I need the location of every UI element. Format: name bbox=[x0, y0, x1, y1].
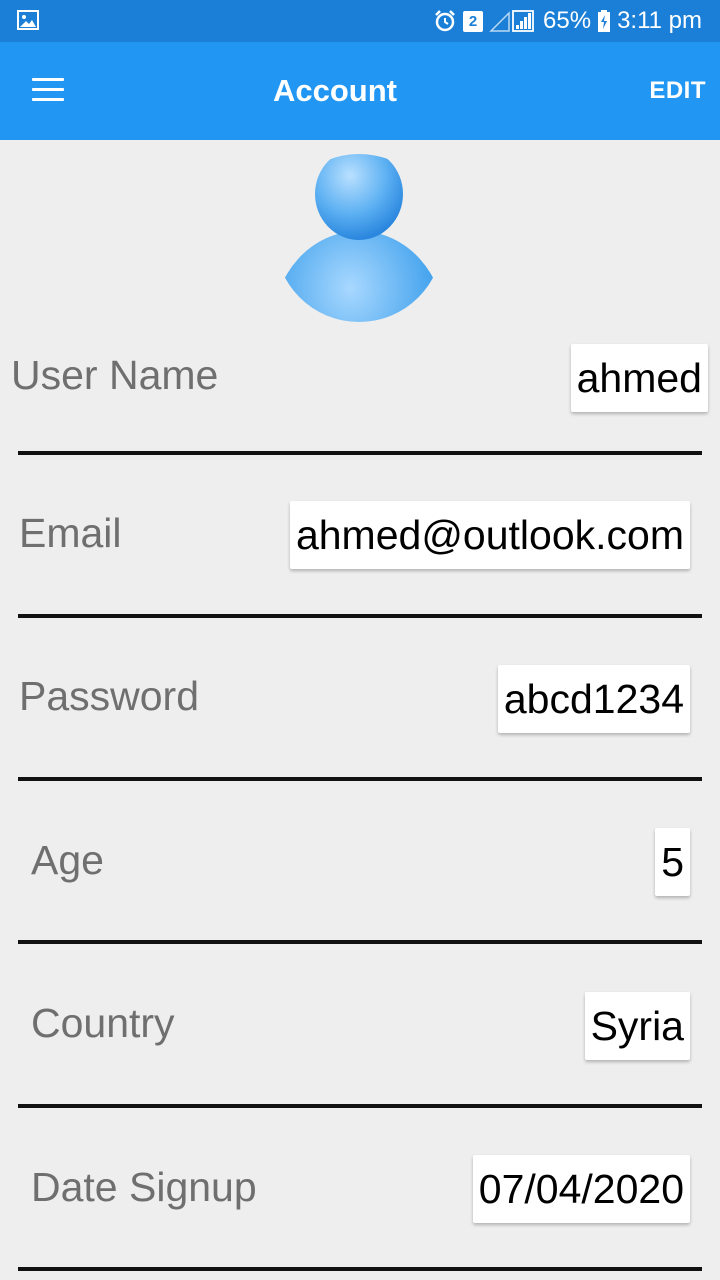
divider bbox=[18, 777, 702, 781]
battery-icon bbox=[598, 10, 611, 32]
user-avatar-icon[interactable] bbox=[275, 146, 443, 322]
country-label: Country bbox=[31, 1000, 175, 1046]
username-value[interactable]: ahmed bbox=[570, 344, 708, 412]
date-signup-value[interactable]: 07/04/2020 bbox=[472, 1155, 690, 1223]
signal-icon bbox=[489, 10, 534, 32]
battery-percent: 65% bbox=[543, 7, 592, 34]
clock: 3:11 pm bbox=[617, 7, 702, 34]
username-label: User Name bbox=[11, 352, 219, 398]
email-value[interactable]: ahmed@outlook.com bbox=[289, 501, 690, 569]
divider bbox=[18, 1267, 702, 1271]
divider bbox=[18, 940, 702, 944]
password-value[interactable]: abcd1234 bbox=[497, 665, 690, 733]
country-value[interactable]: Syria bbox=[584, 992, 690, 1060]
date-signup-label: Date Signup bbox=[31, 1164, 257, 1210]
age-label: Age bbox=[31, 837, 104, 883]
edit-button[interactable]: EDIT bbox=[649, 42, 706, 140]
sim-icon: 2 bbox=[463, 10, 484, 32]
page-title: Account bbox=[273, 73, 397, 108]
gallery-icon bbox=[17, 10, 39, 30]
app-bar: Account EDIT bbox=[0, 42, 720, 140]
divider bbox=[18, 614, 702, 618]
divider bbox=[18, 451, 702, 455]
divider bbox=[18, 1104, 702, 1108]
age-value[interactable]: 5 bbox=[655, 828, 690, 896]
alarm-icon bbox=[435, 10, 455, 32]
password-label: Password bbox=[19, 673, 200, 719]
email-label: Email bbox=[19, 510, 122, 556]
status-bar: 2 65% 3:11 pm bbox=[0, 0, 720, 42]
status-icons: 2 65% 3:11 pm bbox=[433, 0, 702, 42]
